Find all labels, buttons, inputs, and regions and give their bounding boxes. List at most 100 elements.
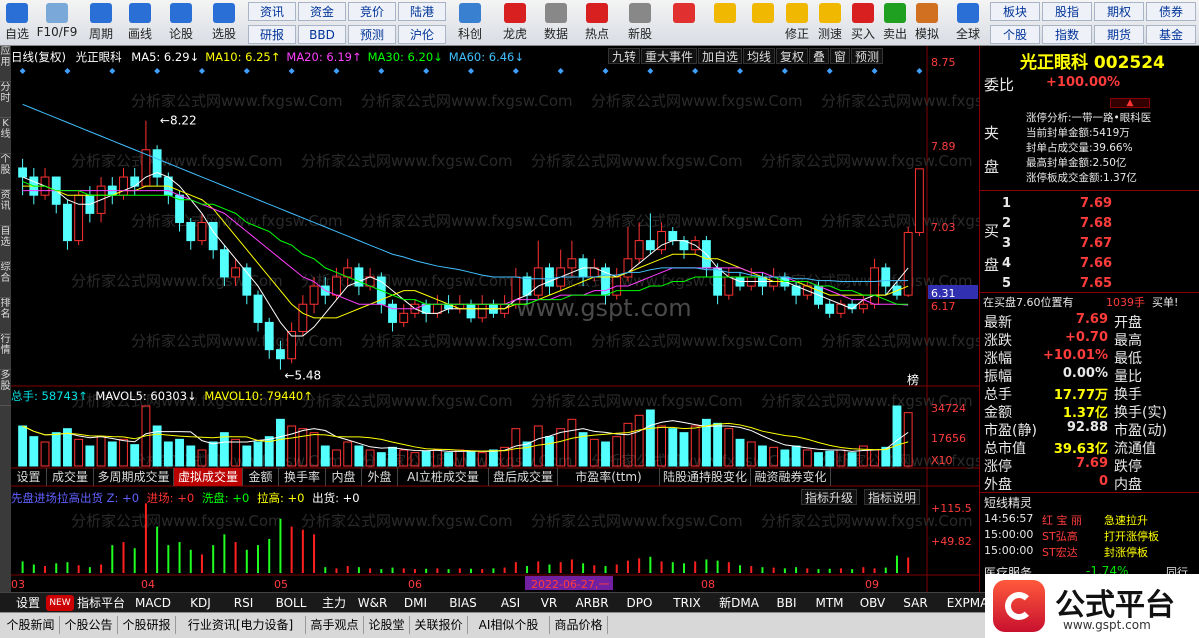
indicator-tab[interactable]: BOLL	[266, 595, 316, 611]
toolbar-sell-button[interactable]: 卖出	[880, 2, 910, 44]
chart-header-button[interactable]: 均线	[743, 48, 775, 64]
kline-chart[interactable]: 分析家公式网www.fxgsw.Com 分析家公式网www.fxgsw.Com 分析…	[11, 46, 979, 592]
indicator-tab[interactable]: 设置	[12, 595, 44, 611]
bid-price[interactable]: 7.68	[1080, 216, 1112, 231]
collapse-arrow-icon[interactable]: ▲	[1110, 98, 1150, 108]
toolbar-dragon-button[interactable]: 龙虎	[496, 2, 534, 44]
left-rail-tab[interactable]: 个股	[0, 154, 11, 190]
left-rail-tab[interactable]: 资讯	[0, 190, 11, 226]
toolbar-up-down-button[interactable]	[748, 2, 778, 44]
news-tab[interactable]: 行业资讯[电力设备]	[176, 616, 306, 634]
toolbar-fix-button[interactable]: 修正	[782, 2, 812, 44]
indicator-tab[interactable]: RSI	[223, 595, 264, 611]
toolbar-newstock-button[interactable]: 新股	[620, 2, 660, 44]
volume-subtab[interactable]: 虚拟成交量	[174, 468, 243, 486]
toolbar-text-button[interactable]: 资讯	[248, 2, 296, 21]
volume-subtab[interactable]: 设置	[11, 468, 47, 486]
toolbar-hammer-button[interactable]: 模拟	[912, 2, 942, 44]
queue-button[interactable]: 买单!	[1152, 294, 1178, 310]
indicator-tab[interactable]: 主力	[318, 595, 350, 611]
bid-price[interactable]: 7.69	[1080, 196, 1112, 211]
toolbar-buy-button[interactable]: 买入	[848, 2, 878, 44]
indicator-tab[interactable]: BIAS	[438, 595, 488, 611]
indicator-explain-button[interactable]: 指标说明	[864, 489, 921, 505]
left-rail-tab[interactable]: 行情	[0, 334, 11, 370]
indicator-tab[interactable]: DPO	[619, 595, 660, 611]
volume-subtab[interactable]: 外盘	[362, 468, 398, 486]
indicator-tab[interactable]: OBV	[852, 595, 893, 611]
toolbar-grid-button[interactable]: 自选	[2, 2, 32, 44]
toolbar-market-button[interactable]: 期权	[1094, 2, 1144, 21]
indicator-tab[interactable]: SAR	[895, 595, 936, 611]
left-rail-tab[interactable]: 自选	[0, 226, 11, 262]
toolbar-text-button[interactable]: 竞价	[348, 2, 396, 21]
toolbar-text-button[interactable]: 预测	[348, 25, 396, 44]
toolbar-text-button[interactable]: 研报	[248, 25, 296, 44]
short-stock[interactable]: ST宏达	[1042, 544, 1078, 560]
news-tab[interactable]: 个股公告	[60, 616, 118, 634]
short-stock[interactable]: 红 宝 丽	[1042, 512, 1082, 528]
toolbar-market-button[interactable]: 板块	[990, 2, 1040, 21]
toolbar-market-button[interactable]: 基金	[1146, 25, 1196, 44]
indicator-tab[interactable]: W&R	[352, 595, 393, 611]
volume-subtab[interactable]: 市盈率(ttm)	[558, 468, 660, 486]
indicator-tab[interactable]: 新DMA	[714, 595, 764, 611]
volume-subtab[interactable]: AI立桩成交量	[398, 468, 489, 486]
bid-price[interactable]: 7.66	[1080, 256, 1112, 271]
volume-subtab[interactable]: 换手率	[279, 468, 326, 486]
chart-header-button[interactable]: 加自选	[698, 48, 742, 64]
toolbar-market-button[interactable]: 债券	[1146, 2, 1196, 21]
news-tab[interactable]: AI相似个股	[468, 616, 550, 634]
toolbar-text-button[interactable]: 资金	[298, 2, 346, 21]
toolbar-back-arrow-button[interactable]	[707, 2, 743, 44]
period-label[interactable]: 日线(复权)	[11, 50, 66, 64]
volume-subtab[interactable]: 内盘	[326, 468, 362, 486]
toolbar-chart-button[interactable]: 科创	[449, 2, 491, 44]
chart-header-button[interactable]: 叠	[809, 48, 829, 64]
indicator-tab[interactable]: DMI	[395, 595, 436, 611]
news-tab[interactable]: 个股研报	[118, 616, 176, 634]
toolbar-market-button[interactable]: 股指	[1042, 2, 1092, 21]
toolbar-market-button[interactable]: 指数	[1042, 25, 1092, 44]
left-rail-tab[interactable]: 排名	[0, 298, 11, 334]
toolbar-color-grid-button[interactable]	[666, 2, 702, 44]
chart-header-button[interactable]: 九转	[608, 48, 640, 64]
indicator-tab[interactable]: TRIX	[662, 595, 712, 611]
indicator-tab[interactable]: 指标平台	[76, 595, 126, 611]
volume-subtab[interactable]: 融资融券变化	[751, 468, 831, 486]
indicator-tab[interactable]: MTM	[809, 595, 850, 611]
toolbar-clock-button[interactable]: 测速	[815, 2, 845, 44]
left-rail-tab[interactable]: 分时	[0, 82, 11, 118]
chart-header-button[interactable]: 复权	[776, 48, 808, 64]
toolbar-pen-button[interactable]: 画线	[121, 2, 159, 44]
left-rail-tab[interactable]: 综合	[0, 262, 11, 298]
short-stock[interactable]: ST弘高	[1042, 528, 1078, 544]
news-tab[interactable]: 商品价格	[550, 616, 608, 634]
bid-price[interactable]: 7.65	[1080, 276, 1112, 291]
news-tab[interactable]: 论股堂	[364, 616, 410, 634]
news-tab[interactable]: 个股新闻	[2, 616, 60, 634]
toolbar-text-button[interactable]: BBD	[298, 25, 346, 44]
volume-subtab[interactable]: 多周期成交量	[94, 468, 174, 486]
toolbar-doc-button[interactable]: F10/F9	[34, 2, 80, 44]
indicator-upgrade-button[interactable]: 指标升级	[801, 489, 858, 505]
toolbar-pe-button[interactable]: 数据	[537, 2, 575, 44]
toolbar-text-button[interactable]: 陆港	[398, 2, 446, 21]
toolbar-filter-button[interactable]: 选股	[205, 2, 243, 44]
toolbar-market-button[interactable]: 期货	[1094, 25, 1144, 44]
toolbar-text-button[interactable]: 沪伦	[398, 25, 446, 44]
indicator-tab[interactable]: VR	[533, 595, 565, 611]
indicator-tab[interactable]: MACD	[128, 595, 178, 611]
toolbar-hot-button[interactable]: 热点	[578, 2, 616, 44]
chart-header-button[interactable]: 重大事件	[641, 48, 697, 64]
indicator-tab[interactable]: KDJ	[180, 595, 221, 611]
indicator-tab[interactable]: BBI	[766, 595, 807, 611]
toolbar-globe-button[interactable]: 全球	[950, 2, 986, 44]
news-tab[interactable]: 关联报价	[410, 616, 468, 634]
indicator-tab[interactable]: ASI	[490, 595, 531, 611]
left-rail-tab[interactable]: K线	[0, 118, 11, 154]
volume-subtab[interactable]: 成交量	[47, 468, 94, 486]
toolbar-discuss-button[interactable]: 论股	[162, 2, 200, 44]
news-tab[interactable]: 高手观点	[306, 616, 364, 634]
toolbar-period-button[interactable]: 周期	[84, 2, 118, 44]
